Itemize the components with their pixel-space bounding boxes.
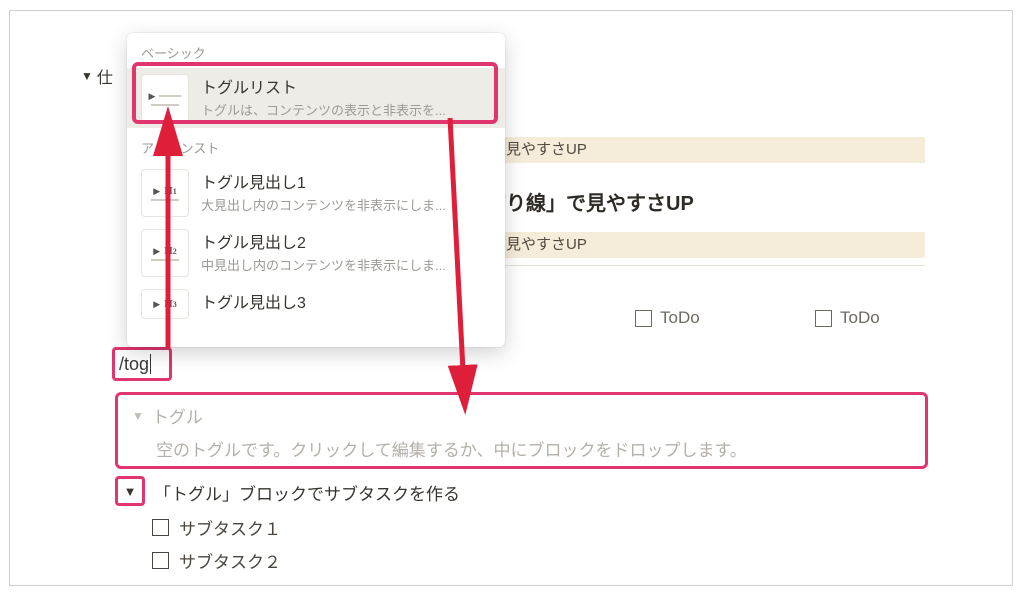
empty-toggle-placeholder: 空のトグルです。クリックして編集するか、中にブロックをドロップします。 [132,436,911,461]
checkbox-icon[interactable] [635,310,652,327]
thumb-toggle-h3-icon: ▶H3 [141,289,189,319]
slash-command-popup: ベーシック ▶ トグルリスト トグルは、コンテンツの表示と非表示を... アドバ… [127,33,505,347]
thumb-toggle-h2-icon: ▶H2 [141,229,189,277]
popup-item-toggle-h2[interactable]: ▶H2 トグル見出し2 中見出し内のコンテンツを非表示にしま... [127,223,505,283]
subtask-item-1-label: サブタスク１ [179,515,281,540]
text-cursor [150,354,151,374]
chevron-down-icon[interactable]: ▼ [132,409,144,423]
popup-item-desc: トグルは、コンテンツの表示と非表示を... [201,100,446,119]
popup-item-name: トグルリスト [201,74,446,98]
app-frame: ▼ 仕 配置 り線」で見やすさUP 「区切り線」で見やすさUP り線」で見やすさ… [9,10,1013,586]
popup-item-desc: 中見出し内のコンテンツを非表示にしま... [201,255,446,274]
todo-label-3: ToDo [840,308,880,328]
popup-item-name: トグル見出し1 [201,169,446,193]
popup-section-basic: ベーシック [127,39,505,68]
subtask-item-2[interactable]: サブタスク２ [152,548,281,573]
chevron-down-icon: ▼ [124,484,137,499]
checkbox-icon[interactable] [152,519,169,536]
bg-highlight-1: り線」で見やすさUP [446,137,925,163]
todo-item-3[interactable]: ToDo [815,308,880,328]
divider-line [446,265,925,266]
subtask-toggle-title[interactable]: 「トグル」ブロックでサブタスクを作る [154,480,460,505]
subtask-toggle-triangle[interactable]: ▼ [115,476,145,506]
popup-item-toggle-h3[interactable]: ▶H3 トグル見出し3 [127,283,505,319]
parent-toggle-label: 仕 [97,64,113,88]
popup-item-name: トグル見出し3 [201,289,306,313]
popup-item-name: トグル見出し2 [201,229,446,253]
subtask-item-2-label: サブタスク２ [179,548,281,573]
subtask-item-1[interactable]: サブタスク１ [152,515,281,540]
checkbox-icon[interactable] [152,552,169,569]
slash-command-text: /tog [119,354,149,375]
slash-command-input[interactable]: /tog [112,347,172,381]
checkbox-icon[interactable] [815,310,832,327]
thumb-toggle-h1-icon: ▶H1 [141,169,189,217]
bg-highlight-2: り線」で見やすさUP [446,232,925,258]
empty-toggle-block[interactable]: ▼ トグル 空のトグルです。クリックして編集するか、中にブロックをドロップします… [115,392,928,469]
thumb-toggle-list-icon: ▶ [141,74,189,122]
popup-item-desc: 大見出し内のコンテンツを非表示にしま... [201,195,446,214]
popup-item-toggle-list[interactable]: ▶ トグルリスト トグルは、コンテンツの表示と非表示を... [127,68,505,128]
todo-label-2: ToDo [660,308,700,328]
parent-toggle[interactable]: ▼ 仕 [81,64,113,88]
empty-toggle-title: トグル [152,403,203,428]
popup-section-advanced: アドバンスト [127,134,505,163]
popup-item-toggle-h1[interactable]: ▶H1 トグル見出し1 大見出し内のコンテンツを非表示にしま... [127,163,505,223]
todo-item-2[interactable]: ToDo [635,308,700,328]
chevron-down-icon: ▼ [81,69,93,83]
